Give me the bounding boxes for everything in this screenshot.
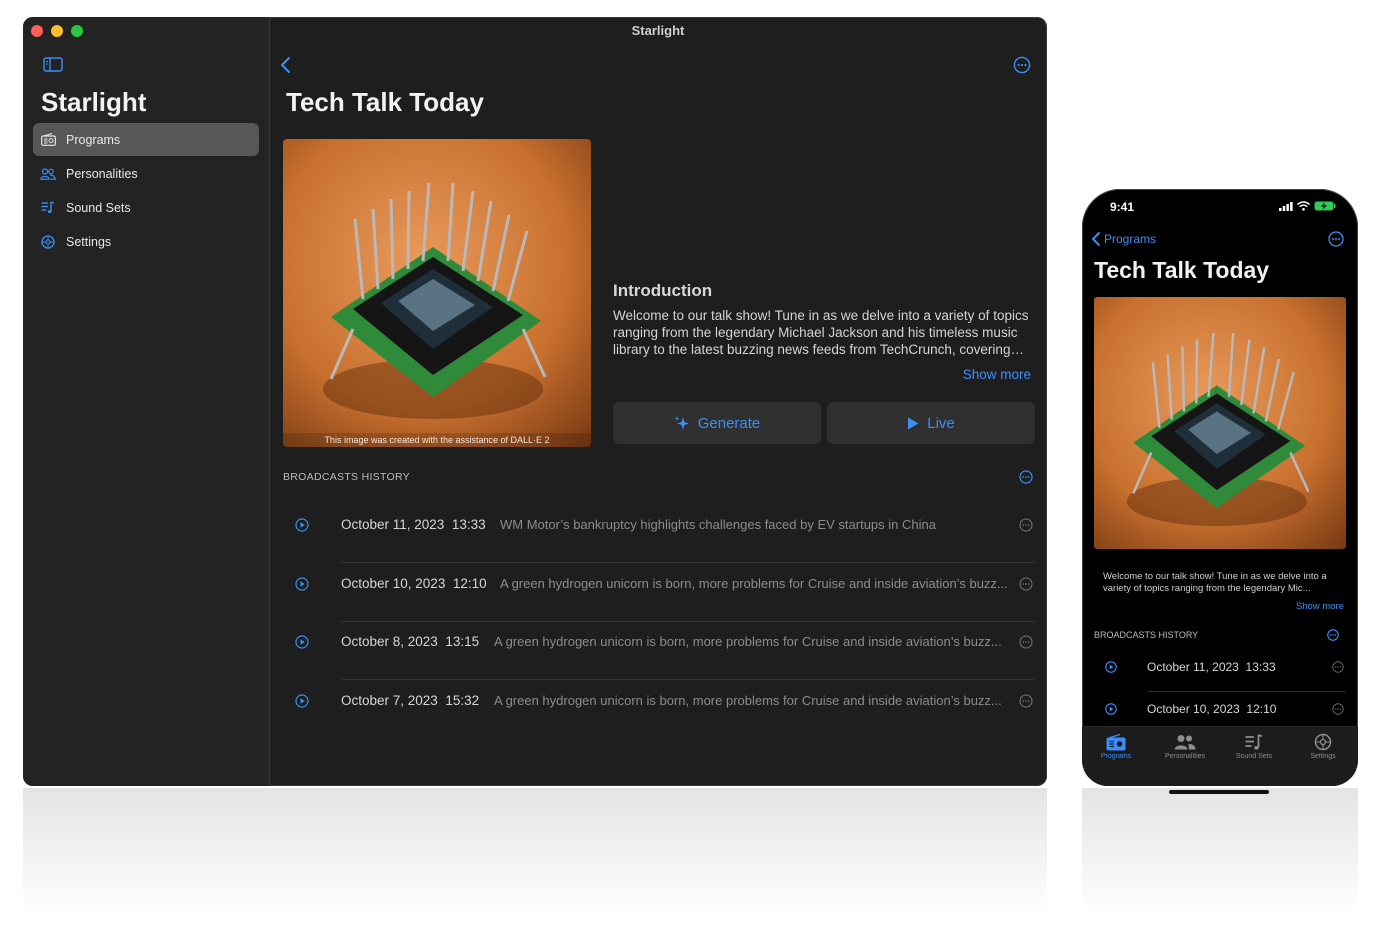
row-more-icon[interactable] [1019,635,1033,649]
broadcasts-more-icon[interactable] [1327,629,1339,641]
mac-window: Starlight Programs Personalities Sound S… [23,17,1047,786]
broadcast-date: October 7, 2023 15:32 [341,693,480,708]
gear-icon [40,234,56,250]
signal-icon [1279,201,1293,211]
broadcast-description: A green hydrogen unicorn is born, more p… [494,634,1002,649]
program-title: Tech Talk Today [286,87,484,117]
tab-label: Sound Sets [1235,753,1273,760]
broadcast-date: October 11, 2023 13:33 [1147,660,1276,674]
broadcast-row[interactable]: October 8, 2023 13:15 A green hydrogen u… [283,622,1035,680]
row-more-icon[interactable] [1019,577,1033,591]
tab-label: Settings [1310,753,1336,760]
more-options-icon[interactable] [1013,56,1031,74]
home-indicator [1169,790,1269,794]
broadcast-date: October 10, 2023 12:10 [1147,702,1277,716]
status-time: 9:41 [1110,200,1135,214]
tab-bar: Programs Personalities Sound Sets Settin… [1082,726,1358,786]
live-label: Live [927,414,955,432]
tab-programs[interactable]: Programs [1082,731,1150,760]
broadcast-row[interactable]: October 7, 2023 15:32 A green hydrogen u… [283,681,1035,739]
tab-personalities[interactable]: Personalities [1151,731,1219,760]
sidebar-item-settings[interactable]: Settings [33,225,259,258]
generate-button[interactable]: Generate [613,402,821,444]
tab-sound-sets[interactable]: Sound Sets [1220,731,1288,760]
tab-label: Programs [1100,753,1132,760]
chip-artwork-image [283,139,591,447]
introduction-text: Welcome to our talk show! Tune in as we … [613,308,1029,357]
sidebar-item-label: Sound Sets [66,200,131,215]
broadcast-row[interactable]: October 11, 2023 13:33 [1094,650,1346,692]
more-options-icon[interactable] [1328,231,1344,247]
broadcast-date: October 8, 2023 13:15 [341,634,480,649]
music-list-icon [40,200,56,216]
back-chevron-icon [1092,232,1100,246]
introduction-heading: Introduction [613,281,713,300]
broadcast-description: WM Motor’s bankruptcy highlights challen… [500,517,936,532]
program-artwork: This image was created with the assistan… [283,139,591,447]
back-chevron-icon[interactable] [278,55,294,75]
window-title: Starlight [631,23,685,38]
gear-icon [1289,731,1357,753]
phone-reflection [1082,788,1358,928]
sidebar-item-personalities[interactable]: Personalities [33,157,259,190]
people-icon [40,166,56,182]
row-divider [341,562,1035,563]
people-icon [1151,731,1219,753]
sidebar-item-label: Settings [66,234,112,249]
broadcasts-history-label: BROADCASTS HISTORY [283,471,410,483]
play-icon [907,417,919,430]
back-label: Programs [1104,232,1157,246]
broadcast-date: October 10, 2023 12:10 [341,576,487,591]
row-more-icon[interactable] [1019,694,1033,708]
program-title: Tech Talk Today [1094,257,1270,283]
artwork-caption: This image was created with the assistan… [283,433,591,447]
back-button[interactable]: Programs [1090,231,1156,247]
close-window-button[interactable] [31,25,43,37]
row-more-icon[interactable] [1019,518,1033,532]
show-more-link[interactable]: Show more [923,367,1031,382]
music-list-icon [1220,731,1288,753]
show-more-link[interactable]: Show more [1296,601,1344,612]
sidebar-item-label: Programs [66,132,121,147]
radio-icon [40,132,56,148]
play-circle-icon[interactable] [1105,703,1117,715]
sidebar-toggle-icon[interactable] [43,57,63,72]
app-title: Starlight [41,87,147,117]
introduction-text: Welcome to our talk show! Tune in as we … [1103,571,1327,594]
iphone-screen: 9:41 Programs Tech Talk Today Welcome to… [1082,189,1358,786]
zoom-window-button[interactable] [71,25,83,37]
battery-charging-icon [1314,201,1336,211]
row-divider [341,679,1035,680]
row-more-icon[interactable] [1332,661,1344,673]
play-circle-icon[interactable] [295,694,309,708]
radio-icon [1082,731,1150,753]
wifi-icon [1297,201,1310,211]
live-button[interactable]: Live [827,402,1035,444]
play-circle-icon[interactable] [295,518,309,532]
broadcast-date: October 11, 2023 13:33 [341,517,486,532]
mac-window-reflection [23,788,1047,928]
broadcast-row[interactable]: October 11, 2023 13:33 WM Motor’s bankru… [283,505,1035,563]
broadcast-description: A green hydrogen unicorn is born, more p… [500,576,1008,591]
play-circle-icon[interactable] [1105,661,1117,673]
broadcasts-more-icon[interactable] [1019,470,1033,484]
broadcast-description: A green hydrogen unicorn is born, more p… [494,693,1002,708]
sidebar: Starlight Programs Personalities Sound S… [23,17,270,786]
sidebar-item-label: Personalities [66,166,138,181]
status-icons [1279,201,1336,211]
minimize-window-button[interactable] [51,25,63,37]
play-circle-icon[interactable] [295,635,309,649]
tab-settings[interactable]: Settings [1289,731,1357,760]
tab-label: Personalities [1164,753,1206,760]
sidebar-item-programs[interactable]: Programs [33,123,259,156]
sparkles-icon [674,415,690,431]
broadcasts-history-label: BROADCASTS HISTORY [1094,630,1199,640]
generate-label: Generate [697,414,761,432]
play-circle-icon[interactable] [295,577,309,591]
program-artwork [1094,297,1346,549]
broadcast-row[interactable]: October 10, 2023 12:10 A green hydrogen … [283,564,1035,622]
row-more-icon[interactable] [1332,703,1344,715]
chip-artwork-image [1094,297,1346,549]
sidebar-item-sound-sets[interactable]: Sound Sets [33,191,259,224]
